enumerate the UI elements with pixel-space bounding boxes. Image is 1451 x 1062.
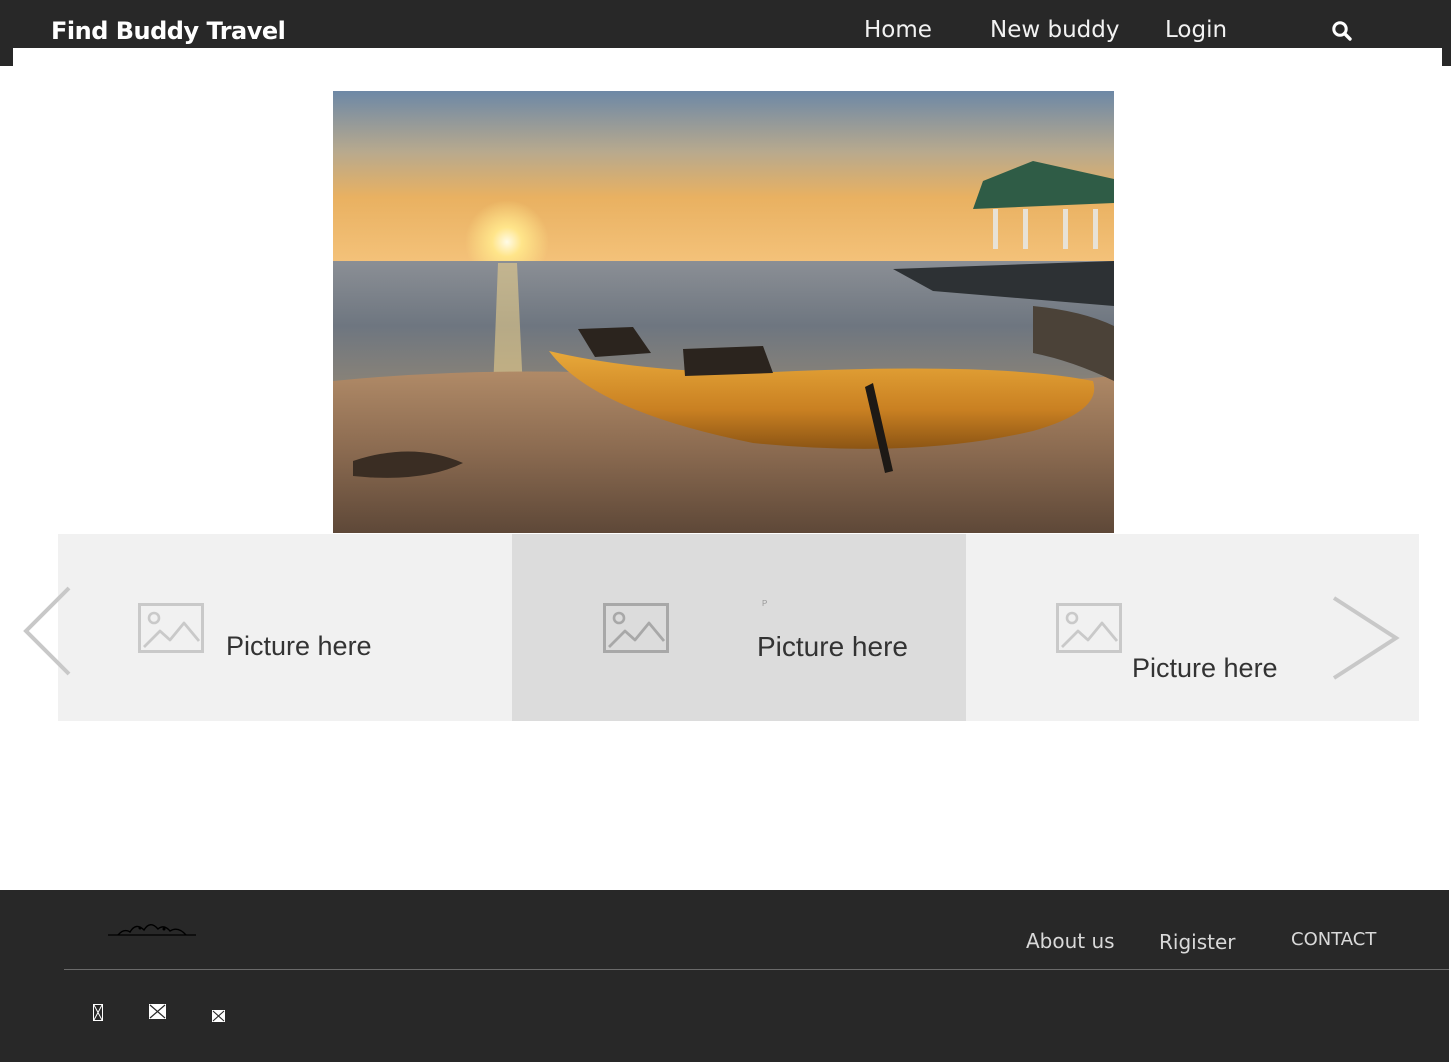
hero-image bbox=[333, 91, 1114, 533]
nav-login[interactable]: Login bbox=[1165, 17, 1227, 43]
mail-icon[interactable] bbox=[149, 1004, 166, 1019]
social-icon[interactable] bbox=[93, 1004, 103, 1021]
footer-link-contact[interactable]: CONTACT bbox=[1291, 929, 1376, 950]
chevron-left-icon[interactable] bbox=[22, 586, 72, 676]
footer-link-about[interactable]: About us bbox=[1026, 929, 1115, 953]
slide-caption: Picture here bbox=[226, 631, 372, 661]
carousel-slide[interactable]: Picture here bbox=[58, 534, 512, 721]
slide-caption: Picture here bbox=[1132, 653, 1278, 683]
footer-divider bbox=[64, 969, 1449, 970]
slide-mark: P bbox=[762, 599, 768, 608]
carousel-slide-active[interactable]: P Picture here bbox=[512, 534, 966, 721]
image-placeholder-icon bbox=[1056, 603, 1122, 653]
nav-home[interactable]: Home bbox=[864, 17, 932, 43]
search-icon[interactable] bbox=[1330, 19, 1354, 43]
chevron-right-icon[interactable] bbox=[1330, 596, 1400, 680]
footer bbox=[0, 890, 1449, 1062]
nav-new-buddy[interactable]: New buddy bbox=[990, 17, 1119, 43]
navbar-underline bbox=[13, 48, 1442, 66]
image-placeholder-icon bbox=[138, 603, 204, 653]
picture-carousel: Picture here P Picture here Picture here bbox=[58, 534, 1419, 721]
footer-link-register[interactable]: Rigister bbox=[1159, 930, 1236, 954]
mail-icon[interactable] bbox=[212, 1007, 225, 1022]
site-brand[interactable]: Find Buddy Travel bbox=[51, 17, 286, 45]
image-placeholder-icon bbox=[603, 603, 669, 653]
page: Find Buddy Travel Home New buddy Login P… bbox=[0, 0, 1451, 1062]
top-navbar: Find Buddy Travel Home New buddy Login bbox=[0, 0, 1451, 66]
slide-caption: Picture here bbox=[757, 631, 908, 662]
travel-logo[interactable] bbox=[106, 914, 198, 940]
